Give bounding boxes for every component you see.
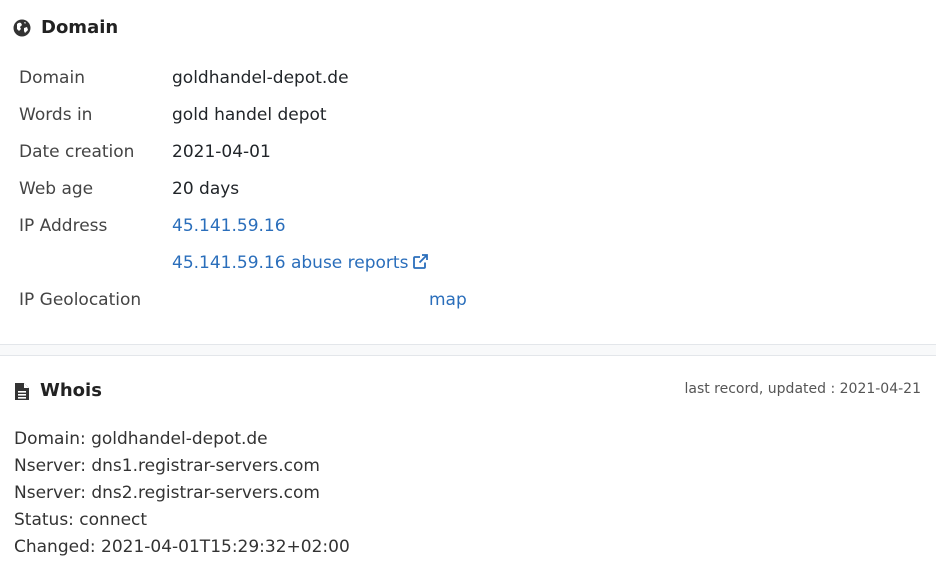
domain-label: Domain [19, 68, 85, 88]
whois-updated: last record, updated : 2021-04-21 [684, 381, 921, 397]
section-divider [0, 344, 936, 356]
geo-label: IP Geolocation [19, 290, 142, 310]
whois-title: Whois [40, 380, 102, 401]
whois-line: Nserver: dns1.registrar-servers.com [14, 456, 320, 476]
document-icon [14, 382, 30, 400]
whois-line: Status: connect [14, 510, 148, 530]
whois-line: Changed: 2021-04-01T15:29:32+02:00 [14, 537, 350, 557]
domain-header: Domain [13, 17, 118, 38]
domain-title: Domain [41, 17, 119, 38]
domain-panel: Domain Domain goldhandel-depot.de Words … [0, 0, 936, 344]
abuse-reports-label: 45.141.59.16 abuse reports [172, 253, 409, 273]
map-link[interactable]: map [429, 289, 467, 311]
geo-row: IP Geolocation map [19, 289, 519, 311]
words-value: gold handel depot [172, 105, 327, 125]
whois-record: Domain: goldhandel-depot.de Nserver: dns… [14, 426, 350, 561]
domain-value: goldhandel-depot.de [172, 68, 349, 88]
creation-value: 2021-04-01 [172, 142, 271, 162]
external-link-icon [412, 253, 429, 270]
globe-icon [13, 19, 31, 37]
creation-label: Date creation [19, 142, 135, 162]
age-label: Web age [19, 179, 94, 199]
whois-header: Whois [14, 380, 102, 401]
whois-line: Nserver: dns2.registrar-servers.com [14, 483, 320, 503]
whois-line: Domain: goldhandel-depot.de [14, 429, 268, 449]
words-label: Words in [19, 105, 93, 125]
ip-label: IP Address [19, 216, 108, 236]
age-value: 20 days [172, 179, 240, 199]
abuse-reports-link[interactable]: 45.141.59.16 abuse reports [172, 252, 429, 274]
ip-link[interactable]: 45.141.59.16 [172, 215, 286, 237]
